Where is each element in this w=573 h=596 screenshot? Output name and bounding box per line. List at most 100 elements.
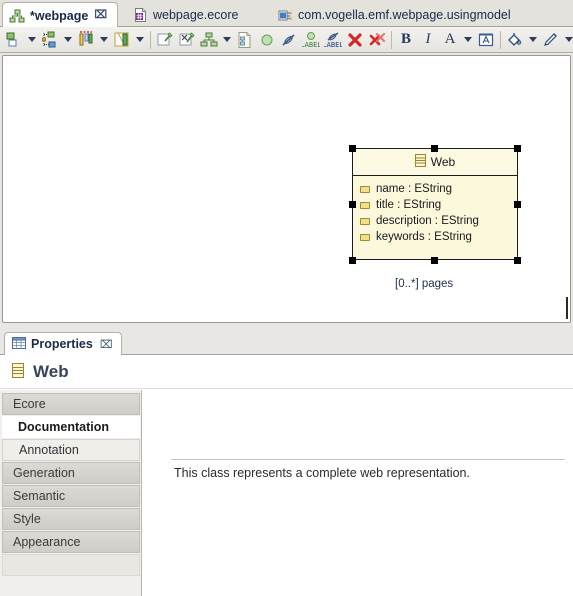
canvas-vertical-scrollbar[interactable] (566, 57, 568, 319)
selection-handle-bottom-left[interactable] (349, 257, 356, 264)
editor-tab-webpage[interactable]: *webpage ⌧ (2, 2, 118, 28)
selection-handle-bottom-center[interactable] (431, 257, 438, 264)
eattribute-icon (360, 233, 370, 241)
close-icon[interactable]: ⌧ (94, 10, 107, 21)
paint-bucket-icon[interactable] (504, 29, 526, 51)
hide-label-icon[interactable]: LABEL (322, 29, 344, 51)
diagram-canvas[interactable]: [0..*] pages Web name : EString title: … (2, 55, 571, 323)
hide-connector-icon[interactable] (278, 29, 300, 51)
properties-table-icon (12, 336, 26, 353)
toolbar-separator (391, 30, 392, 49)
uml-attribute-row[interactable]: keywords : EString (360, 229, 517, 245)
tab-label: Semantic (13, 489, 66, 503)
two-squares-icon[interactable] (3, 29, 25, 51)
uml-class-name: Web (430, 155, 456, 169)
arrange-icon[interactable] (39, 29, 61, 51)
tab-label: Ecore (13, 397, 46, 411)
uml-class-node-web[interactable]: Web name : EString title : EString descr… (352, 148, 518, 260)
properties-tab-documentation[interactable]: Documentation (2, 416, 140, 438)
pin-icon[interactable] (154, 29, 176, 51)
selection-handle-bottom-right[interactable] (514, 257, 521, 264)
tab-label: Style (13, 512, 41, 526)
selection-handle-middle-right[interactable] (514, 201, 521, 208)
eattribute-icon (360, 217, 370, 225)
italic-button[interactable]: I (417, 29, 439, 51)
bold-label: B (400, 31, 411, 47)
eclass-icon (12, 363, 24, 381)
svg-text:LABEL: LABEL (302, 41, 320, 49)
layout-tool-dropdown-caret-icon[interactable] (220, 29, 234, 51)
page-title: Web (33, 362, 69, 381)
documentation-pane (143, 390, 573, 596)
tab-label: Appearance (13, 535, 81, 549)
properties-tab-appearance[interactable]: Appearance (2, 531, 140, 553)
uml-attribute-label: description : EString (376, 215, 479, 227)
arrange-tool-dropdown-caret-icon[interactable] (61, 29, 75, 51)
show-label-icon[interactable]: LABEL (300, 29, 322, 51)
selection-handle-top-left[interactable] (349, 145, 356, 152)
uml-attribute-row[interactable]: description : EString (360, 213, 517, 229)
properties-tab-semantic[interactable]: Semantic (2, 485, 140, 507)
uml-attribute-row[interactable]: name : EString (360, 181, 517, 197)
unpin-icon[interactable] (176, 29, 198, 51)
font-dropdown-caret-icon[interactable] (461, 29, 475, 51)
editor-tab-webpage-ecore[interactable]: webpage.ecore (126, 2, 245, 27)
eclass-icon (414, 154, 426, 170)
close-icon[interactable]: ⌧ (100, 338, 113, 351)
pen-icon[interactable] (540, 29, 562, 51)
page-layout-icon[interactable] (234, 29, 256, 51)
editor-tab-label: *webpage (30, 8, 89, 23)
selection-handle-top-center[interactable] (431, 145, 438, 152)
italic-label: I (425, 31, 431, 47)
select-tool-dropdown-caret-icon[interactable] (25, 29, 39, 51)
java-package-icon (277, 7, 293, 23)
hierarchy-icon[interactable] (198, 29, 220, 51)
properties-tab-generation[interactable]: Generation (2, 462, 140, 484)
uml-class-title-bar: Web (353, 149, 517, 176)
match-size-icon[interactable] (111, 29, 133, 51)
scrollbar-thumb[interactable] (566, 297, 568, 319)
tab-label: Annotation (19, 443, 79, 457)
properties-view: Properties ⌧ Web Ecore Documentation Ann… (0, 331, 573, 596)
font-button[interactable]: A (439, 29, 461, 51)
association-multiplicity-label[interactable]: [0..*] pages (395, 278, 453, 290)
align-icon[interactable] (75, 29, 97, 51)
tab-properties[interactable]: Properties ⌧ (4, 332, 122, 355)
eattribute-icon (360, 201, 370, 209)
toolbar-separator (150, 30, 151, 49)
diagram-toolbar: LABEL LABEL B I A (0, 27, 573, 53)
editor-tab-label: com.vogella.emf.webpage.usingmodel (298, 7, 511, 22)
properties-tab-annotation[interactable]: Annotation (2, 439, 140, 461)
font-label: A (444, 31, 456, 47)
tab-label: Documentation (18, 420, 109, 434)
selection-handle-top-right[interactable] (514, 145, 521, 152)
match-size-dropdown-caret-icon[interactable] (133, 29, 147, 51)
diagram-icon (9, 8, 25, 24)
align-tool-dropdown-caret-icon[interactable] (97, 29, 111, 51)
uml-attribute-row[interactable]: title : EString (360, 197, 517, 213)
uml-attribute-label: keywords : EString (376, 231, 472, 243)
red-x-multi-icon[interactable] (366, 29, 388, 51)
properties-tab-list: Ecore Documentation Annotation Generatio… (0, 390, 142, 596)
eattribute-icon (360, 185, 370, 193)
editor-tab-bar: *webpage ⌧ webpage.ecore com.vogella.emf… (0, 0, 573, 28)
properties-tab-label: Properties (31, 337, 93, 351)
properties-tab-ecore[interactable]: Ecore (2, 393, 140, 415)
font-dialog-icon[interactable] (475, 29, 497, 51)
uml-attributes-compartment: name : EString title : EString descripti… (353, 176, 517, 245)
editor-tab-usingmodel[interactable]: com.vogella.emf.webpage.usingmodel (271, 2, 518, 27)
uml-attribute-label: title : EString (376, 199, 442, 211)
ecore-file-icon (132, 7, 148, 23)
toolbar-separator (500, 30, 501, 49)
line-color-dropdown-caret-icon[interactable] (562, 29, 573, 51)
documentation-input[interactable] (171, 459, 565, 584)
fill-color-dropdown-caret-icon[interactable] (526, 29, 540, 51)
red-x-icon[interactable] (344, 29, 366, 51)
properties-header: Web (0, 356, 573, 389)
properties-tab-style[interactable]: Style (2, 508, 140, 530)
selection-handle-middle-left[interactable] (349, 201, 356, 208)
circle-green-icon[interactable] (256, 29, 278, 51)
eclipse-emf-editor-window: *webpage ⌧ webpage.ecore com.vogella.emf… (0, 0, 573, 596)
bold-button[interactable]: B (395, 29, 417, 51)
svg-text:LABEL: LABEL (324, 41, 342, 49)
